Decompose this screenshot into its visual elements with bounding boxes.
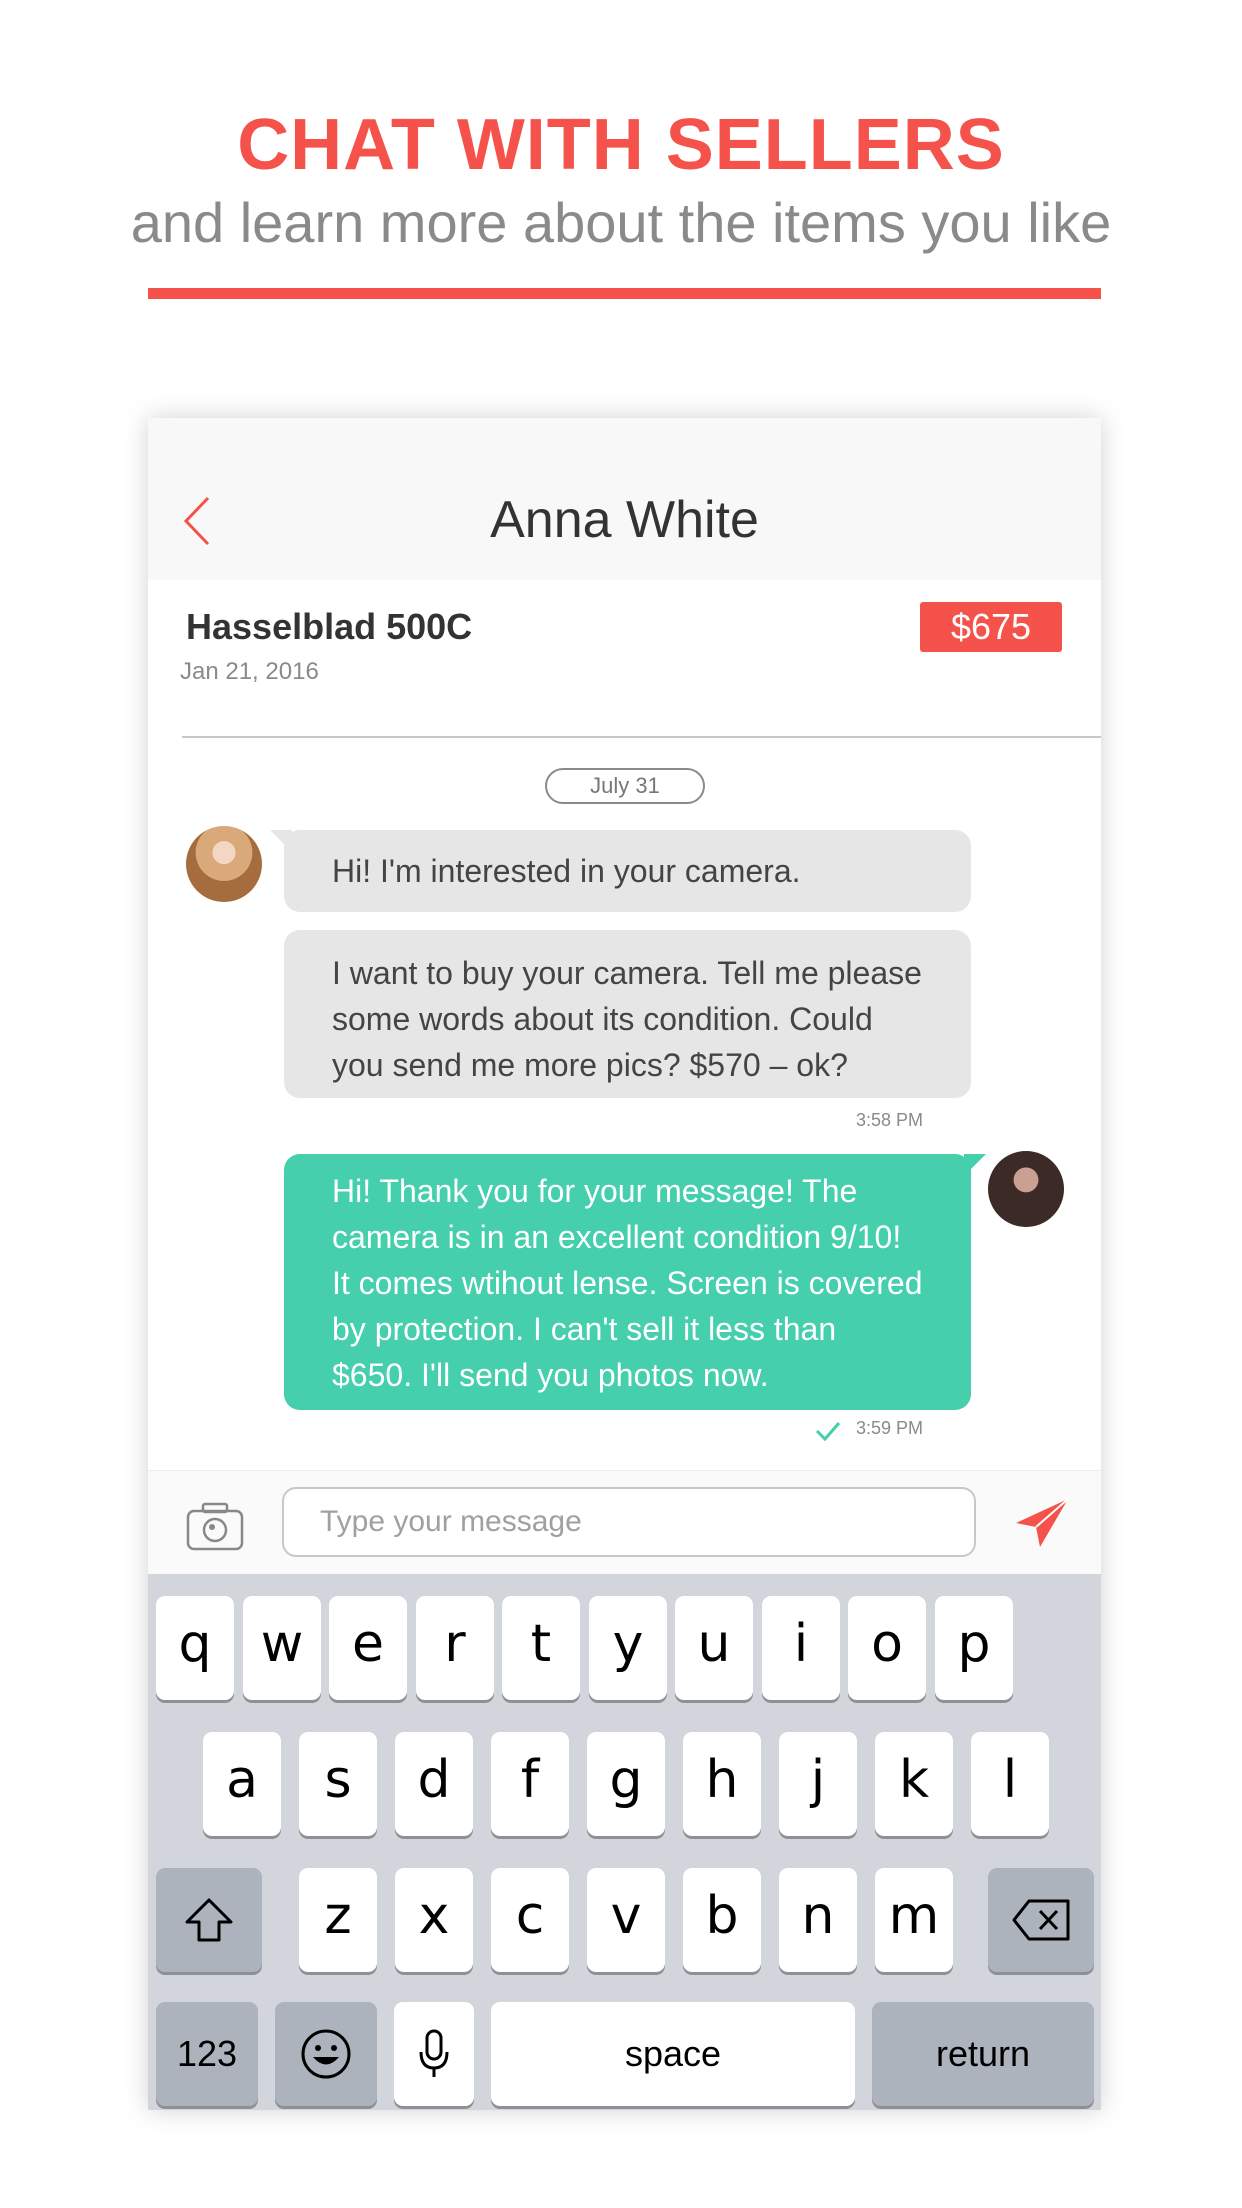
emoji-icon [301, 2029, 351, 2079]
chat-title: Anna White [490, 491, 759, 549]
key-b[interactable]: b [683, 1868, 761, 1972]
key-label: h [705, 1750, 739, 1810]
key-d[interactable]: d [395, 1732, 473, 1836]
microphone-icon [419, 2029, 449, 2077]
key-v[interactable]: v [587, 1868, 665, 1972]
backspace-icon [1012, 1899, 1070, 1941]
promo-headline: CHAT WITH SELLERS [237, 105, 1005, 185]
message-timestamp: 3:58 PM [856, 1110, 924, 1130]
key-u[interactable]: u [675, 1596, 753, 1700]
key-f[interactable]: f [491, 1732, 569, 1836]
key-q[interactable]: q [156, 1596, 234, 1700]
message-timestamp: 3:59 PM [856, 1418, 924, 1438]
backspace-key[interactable] [988, 1868, 1094, 1972]
return-key[interactable]: return [872, 2002, 1094, 2106]
date-separator: July 31 [545, 768, 705, 804]
avatar[interactable] [988, 1151, 1064, 1227]
nav-bar: Anna White [148, 418, 1101, 580]
key-label: l [1002, 1750, 1018, 1810]
promo-divider [148, 288, 1101, 299]
message-input[interactable] [282, 1487, 976, 1557]
camera-icon[interactable] [186, 1501, 244, 1551]
key-n[interactable]: n [779, 1868, 857, 1972]
key-e[interactable]: e [329, 1596, 407, 1700]
key-label: u [697, 1614, 731, 1674]
key-label: j [810, 1750, 826, 1810]
key-y[interactable]: y [589, 1596, 667, 1700]
key-l[interactable]: l [971, 1732, 1049, 1836]
key-a[interactable]: a [203, 1732, 281, 1836]
message-composer [148, 1470, 1101, 1575]
dictation-key[interactable] [394, 2002, 474, 2106]
key-label: w [260, 1614, 304, 1674]
phone-screen: Anna White Hasselblad 500C Jan 21, 2016 … [148, 418, 1101, 2110]
key-label: g [609, 1750, 643, 1810]
message-bubble-incoming: Hi! I'm interested in your camera. [284, 830, 971, 912]
listing-date: Jan 21, 2016 [180, 658, 319, 685]
key-label: x [418, 1886, 450, 1946]
key-label: s [324, 1750, 352, 1810]
key-label: v [610, 1886, 642, 1946]
key-z[interactable]: z [299, 1868, 377, 1972]
space-key[interactable]: space [491, 2002, 855, 2106]
key-r[interactable]: r [416, 1596, 494, 1700]
key-c[interactable]: c [491, 1868, 569, 1972]
key-label: y [612, 1614, 644, 1674]
key-g[interactable]: g [587, 1732, 665, 1836]
key-x[interactable]: x [395, 1868, 473, 1972]
key-i[interactable]: i [762, 1596, 840, 1700]
key-label: space [624, 2033, 722, 2074]
key-label: o [871, 1614, 903, 1674]
key-k[interactable]: k [875, 1732, 953, 1836]
key-label: r [444, 1614, 466, 1674]
key-label: t [530, 1614, 552, 1674]
keyboard: q w e r t y u i o p a s d f g h j k l z … [148, 1574, 1101, 2110]
key-t[interactable]: t [502, 1596, 580, 1700]
key-label: z [324, 1886, 352, 1946]
shift-icon [185, 1898, 233, 1942]
key-label: b [705, 1886, 739, 1946]
key-label: k [898, 1750, 930, 1810]
key-h[interactable]: h [683, 1732, 761, 1836]
key-label: p [957, 1614, 991, 1674]
key-label: 123 [176, 2033, 238, 2074]
avatar[interactable] [186, 826, 262, 902]
promo-subline: and learn more about the items you like [130, 191, 1112, 254]
checkmark-icon [815, 1422, 841, 1442]
key-o[interactable]: o [848, 1596, 926, 1700]
shift-key[interactable] [156, 1868, 262, 1972]
key-m[interactable]: m [875, 1868, 953, 1972]
divider [182, 736, 1101, 738]
key-label: i [793, 1614, 809, 1674]
send-icon[interactable] [1014, 1497, 1070, 1549]
key-label: m [888, 1886, 940, 1946]
key-w[interactable]: w [243, 1596, 321, 1700]
key-label: d [417, 1750, 451, 1810]
numbers-key[interactable]: 123 [156, 2002, 258, 2106]
key-j[interactable]: j [779, 1732, 857, 1836]
key-label: c [515, 1886, 545, 1946]
message-bubble-outgoing: Hi! Thank you for your message! The came… [284, 1154, 971, 1410]
key-p[interactable]: p [935, 1596, 1013, 1700]
price-badge: $675 [920, 602, 1062, 652]
key-label: f [520, 1750, 540, 1810]
key-label: return [935, 2033, 1031, 2074]
key-label: e [352, 1614, 384, 1674]
emoji-key[interactable] [275, 2002, 377, 2106]
key-s[interactable]: s [299, 1732, 377, 1836]
message-bubble-incoming: I want to buy your camera. Tell me pleas… [284, 930, 971, 1098]
key-label: q [178, 1614, 212, 1674]
key-label: a [226, 1750, 258, 1810]
key-label: n [801, 1886, 835, 1946]
listing-title[interactable]: Hasselblad 500C [186, 606, 472, 648]
